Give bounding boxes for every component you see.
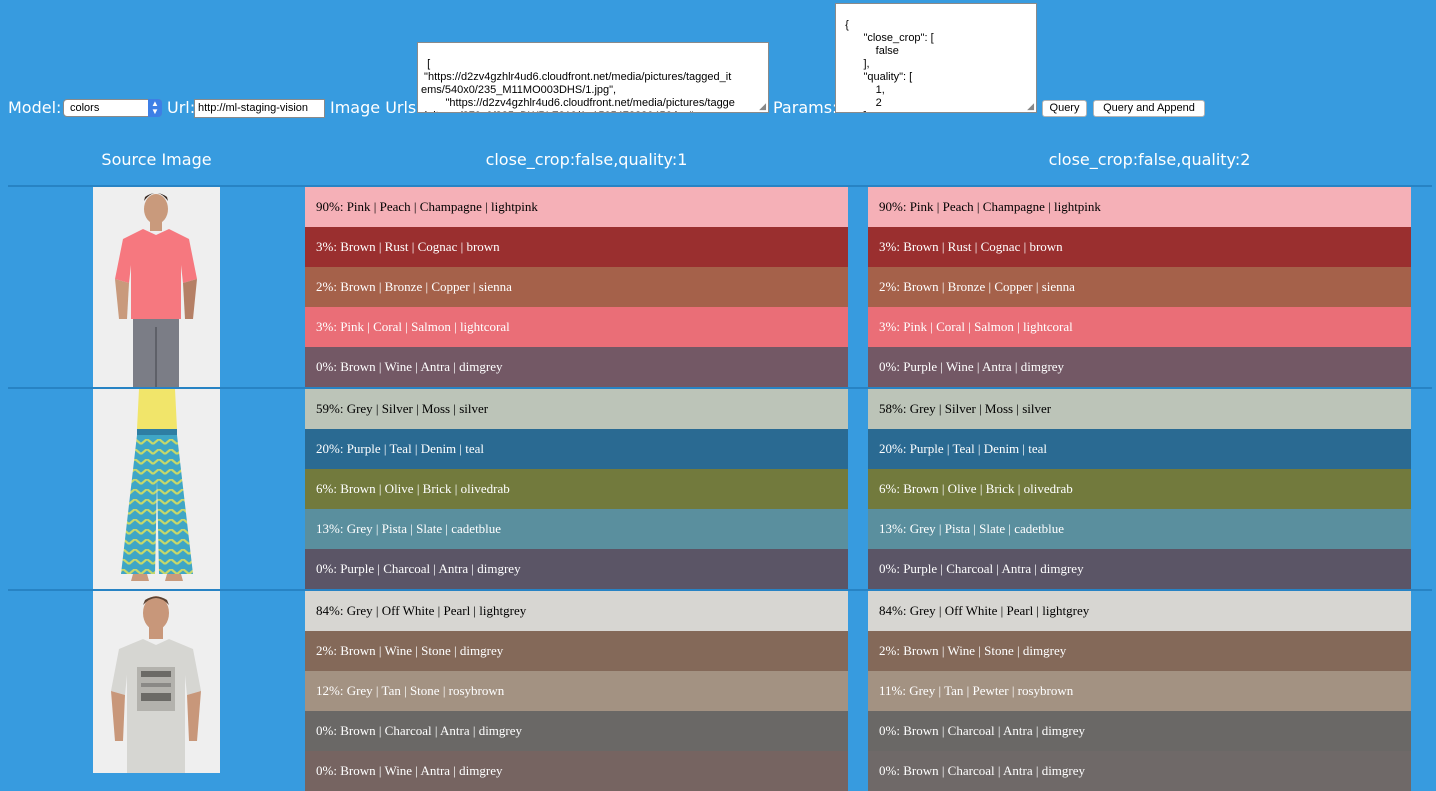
source-image-header: Source Image <box>101 150 212 169</box>
image-urls-label: Image Urls: <box>330 98 422 117</box>
color-swatch-row: 6%: Brown | Olive | Brick | olivedrab <box>305 469 848 509</box>
color-swatch-row: 12%: Grey | Tan | Stone | rosybrown <box>305 671 848 711</box>
color-swatch-row: 13%: Grey | Pista | Slate | cadetblue <box>868 509 1411 549</box>
url-label: Url: <box>167 98 196 117</box>
image-urls-textarea[interactable]: [ "https://d2zv4gzhlr4ud6.cloudfront.net… <box>417 42 769 113</box>
color-swatch-row: 6%: Brown | Olive | Brick | olivedrab <box>868 469 1411 509</box>
color-swatch-row: 0%: Brown | Wine | Antra | dimgrey <box>305 751 848 791</box>
source-image-woman-chevron-palazzo <box>93 389 220 589</box>
color-swatch-row: 0%: Brown | Charcoal | Antra | dimgrey <box>305 711 848 751</box>
model-select[interactable]: colors ▲ ▼ <box>63 99 162 117</box>
color-swatch-row: 0%: Purple | Charcoal | Antra | dimgrey <box>305 549 848 589</box>
color-swatch-row: 3%: Pink | Coral | Salmon | lightcoral <box>868 307 1411 347</box>
params-label: Params: <box>773 98 838 117</box>
model-select-value: colors <box>70 102 100 114</box>
color-swatch-row: 84%: Grey | Off White | Pearl | lightgre… <box>868 591 1411 631</box>
resize-grip-icon[interactable]: ◢ <box>1027 102 1034 111</box>
color-swatch-row: 90%: Pink | Peach | Champagne | lightpin… <box>868 187 1411 227</box>
color-swatch-row: 13%: Grey | Pista | Slate | cadetblue <box>305 509 848 549</box>
source-image-man-grey-graphic-tee <box>93 591 220 773</box>
color-swatch-row: 2%: Brown | Wine | Stone | dimgrey <box>305 631 848 671</box>
color-swatch-row: 0%: Purple | Charcoal | Antra | dimgrey <box>868 549 1411 589</box>
color-swatch-row: 2%: Brown | Bronze | Copper | sienna <box>868 267 1411 307</box>
color-swatch-row: 3%: Brown | Rust | Cognac | brown <box>868 227 1411 267</box>
query-button[interactable]: Query <box>1042 100 1087 117</box>
color-swatch-row: 20%: Purple | Teal | Denim | teal <box>305 429 848 469</box>
color-swatch-row: 2%: Brown | Wine | Stone | dimgrey <box>868 631 1411 671</box>
source-image-man-pink-polo <box>93 187 220 387</box>
column-header-quality-2: close_crop:false,quality:2 <box>1048 150 1251 169</box>
color-swatch-row: 3%: Brown | Rust | Cognac | brown <box>305 227 848 267</box>
color-swatch-row: 59%: Grey | Silver | Moss | silver <box>305 389 848 429</box>
color-swatch-row: 58%: Grey | Silver | Moss | silver <box>868 389 1411 429</box>
query-and-append-button[interactable]: Query and Append <box>1093 100 1205 117</box>
column-header-quality-1: close_crop:false,quality:1 <box>485 150 688 169</box>
resize-grip-icon[interactable]: ◢ <box>759 102 766 111</box>
color-swatch-row: 0%: Brown | Wine | Antra | dimgrey <box>305 347 848 387</box>
color-swatch-row: 3%: Pink | Coral | Salmon | lightcoral <box>305 307 848 347</box>
params-text: { "close_crop": [ false ], "quality": [ … <box>845 19 934 112</box>
chevron-updown-icon: ▲ ▼ <box>148 99 162 117</box>
color-swatch-row: 11%: Grey | Tan | Pewter | rosybrown <box>868 671 1411 711</box>
color-swatch-row: 20%: Purple | Teal | Denim | teal <box>868 429 1411 469</box>
color-swatch-row: 90%: Pink | Peach | Champagne | lightpin… <box>305 187 848 227</box>
params-textarea[interactable]: { "close_crop": [ false ], "quality": [ … <box>835 3 1037 113</box>
color-swatch-row: 0%: Purple | Wine | Antra | dimgrey <box>868 347 1411 387</box>
color-swatch-row: 0%: Brown | Charcoal | Antra | dimgrey <box>868 751 1411 791</box>
image-urls-text: [ "https://d2zv4gzhlr4ud6.cloudfront.net… <box>421 58 735 112</box>
color-swatch-row: 2%: Brown | Bronze | Copper | sienna <box>305 267 848 307</box>
url-input[interactable]: http://ml-staging-vision <box>194 99 325 118</box>
color-swatch-row: 84%: Grey | Off White | Pearl | lightgre… <box>305 591 848 631</box>
model-label: Model: <box>8 98 62 117</box>
color-swatch-row: 0%: Brown | Charcoal | Antra | dimgrey <box>868 711 1411 751</box>
